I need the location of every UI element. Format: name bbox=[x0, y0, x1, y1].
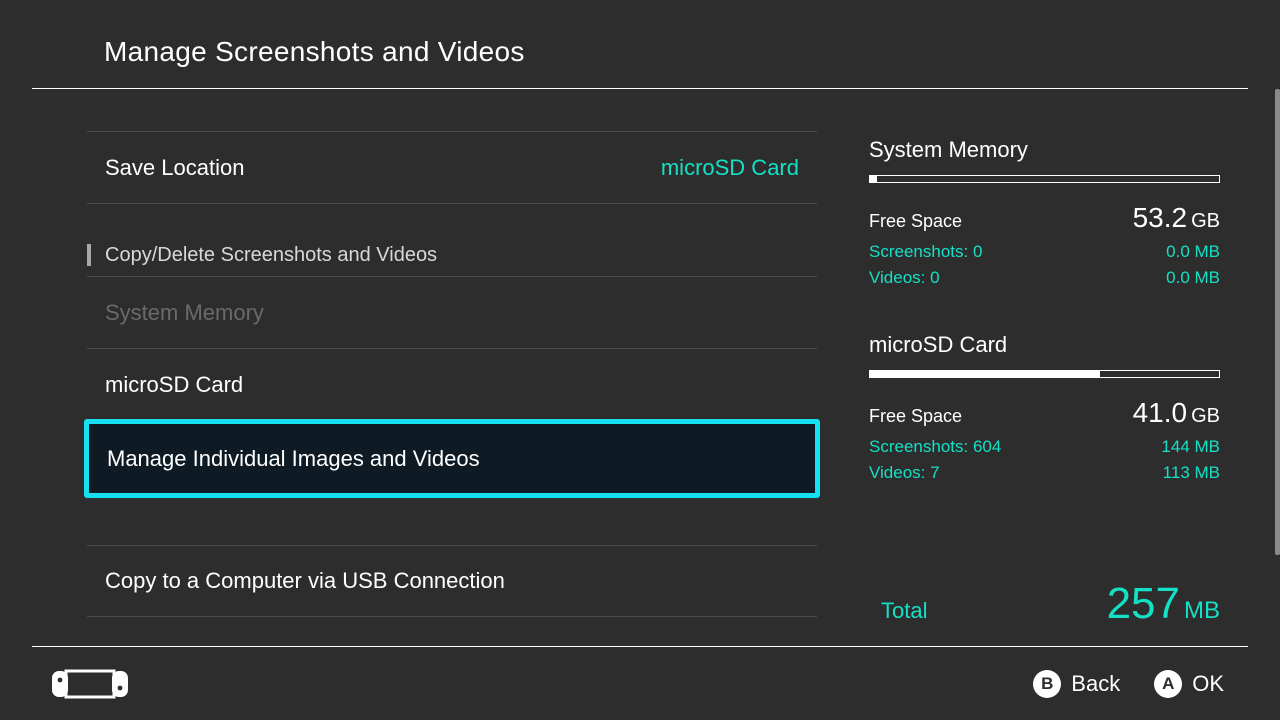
spacer bbox=[87, 204, 817, 234]
ok-hint[interactable]: A OK bbox=[1154, 670, 1224, 698]
total-label: Total bbox=[869, 598, 927, 624]
section-mark-icon bbox=[87, 244, 91, 266]
sysmem-screenshots-value: 0.0 MB bbox=[1166, 239, 1220, 265]
system-memory-title: System Memory bbox=[869, 137, 1220, 163]
manage-individual-label: Manage Individual Images and Videos bbox=[107, 446, 480, 472]
controller-icon bbox=[52, 669, 128, 699]
microsd-bar bbox=[869, 370, 1220, 378]
page-title: Manage Screenshots and Videos bbox=[104, 36, 1248, 68]
section-label-text: Copy/Delete Screenshots and Videos bbox=[105, 244, 437, 267]
sysmem-screenshots-label: Screenshots: 0 bbox=[869, 239, 982, 265]
microsd-block: microSD Card Free Space 41.0GB Screensho… bbox=[869, 332, 1220, 485]
sd-free-value: 41.0GB bbox=[1133, 392, 1220, 434]
footer: B Back A OK bbox=[32, 646, 1248, 720]
total-row: Total 257MB bbox=[869, 561, 1220, 629]
save-location-label: Save Location bbox=[105, 155, 244, 181]
header: Manage Screenshots and Videos bbox=[32, 0, 1248, 89]
sysmem-free-label: Free Space bbox=[869, 208, 962, 235]
sysmem-free-value: 53.2GB bbox=[1133, 197, 1220, 239]
ok-label: OK bbox=[1192, 671, 1224, 697]
a-button-icon: A bbox=[1154, 670, 1182, 698]
sysmem-screenshots-line: Screenshots: 0 0.0 MB bbox=[869, 239, 1220, 265]
content: Save Location microSD Card Copy/Delete S… bbox=[0, 89, 1280, 637]
sysmem-videos-value: 0.0 MB bbox=[1166, 265, 1220, 291]
scrollbar-thumb[interactable] bbox=[1275, 89, 1280, 555]
sysmem-videos-line: Videos: 0 0.0 MB bbox=[869, 265, 1220, 291]
microsd-title: microSD Card bbox=[869, 332, 1220, 358]
save-location-value: microSD Card bbox=[661, 155, 799, 181]
system-memory-row: System Memory bbox=[87, 276, 817, 348]
total-value: 257MB bbox=[1107, 579, 1220, 629]
system-memory-bar bbox=[869, 175, 1220, 183]
sysmem-videos-label: Videos: 0 bbox=[869, 265, 940, 291]
copy-usb-row[interactable]: Copy to a Computer via USB Connection bbox=[87, 545, 817, 617]
back-hint[interactable]: B Back bbox=[1033, 670, 1120, 698]
sd-videos-line: Videos: 7 113 MB bbox=[869, 460, 1220, 486]
sd-videos-value: 113 MB bbox=[1163, 460, 1220, 486]
sd-screenshots-value: 144 MB bbox=[1161, 434, 1220, 460]
sysmem-free-line: Free Space 53.2GB bbox=[869, 197, 1220, 239]
sd-screenshots-label: Screenshots: 604 bbox=[869, 434, 1001, 460]
microsd-bar-fill bbox=[870, 371, 1100, 377]
manage-individual-row[interactable]: Manage Individual Images and Videos bbox=[84, 419, 820, 498]
button-hints: B Back A OK bbox=[1033, 670, 1224, 698]
left-column: Save Location microSD Card Copy/Delete S… bbox=[32, 89, 817, 637]
scrollbar[interactable] bbox=[1275, 89, 1280, 637]
copy-usb-label: Copy to a Computer via USB Connection bbox=[105, 568, 505, 594]
system-memory-label: System Memory bbox=[105, 300, 264, 326]
b-button-icon: B bbox=[1033, 670, 1061, 698]
spacer bbox=[87, 497, 817, 545]
sd-free-line: Free Space 41.0GB bbox=[869, 392, 1220, 434]
microsd-label: microSD Card bbox=[105, 372, 243, 398]
system-memory-bar-fill bbox=[870, 176, 877, 182]
back-label: Back bbox=[1071, 671, 1120, 697]
sd-screenshots-line: Screenshots: 604 144 MB bbox=[869, 434, 1220, 460]
sd-videos-label: Videos: 7 bbox=[869, 460, 940, 486]
sd-free-label: Free Space bbox=[869, 403, 962, 430]
right-column: System Memory Free Space 53.2GB Screensh… bbox=[817, 89, 1248, 637]
section-copy-delete: Copy/Delete Screenshots and Videos bbox=[87, 234, 817, 276]
save-location-row[interactable]: Save Location microSD Card bbox=[87, 131, 817, 203]
system-memory-block: System Memory Free Space 53.2GB Screensh… bbox=[869, 137, 1220, 290]
microsd-row[interactable]: microSD Card bbox=[87, 348, 817, 420]
